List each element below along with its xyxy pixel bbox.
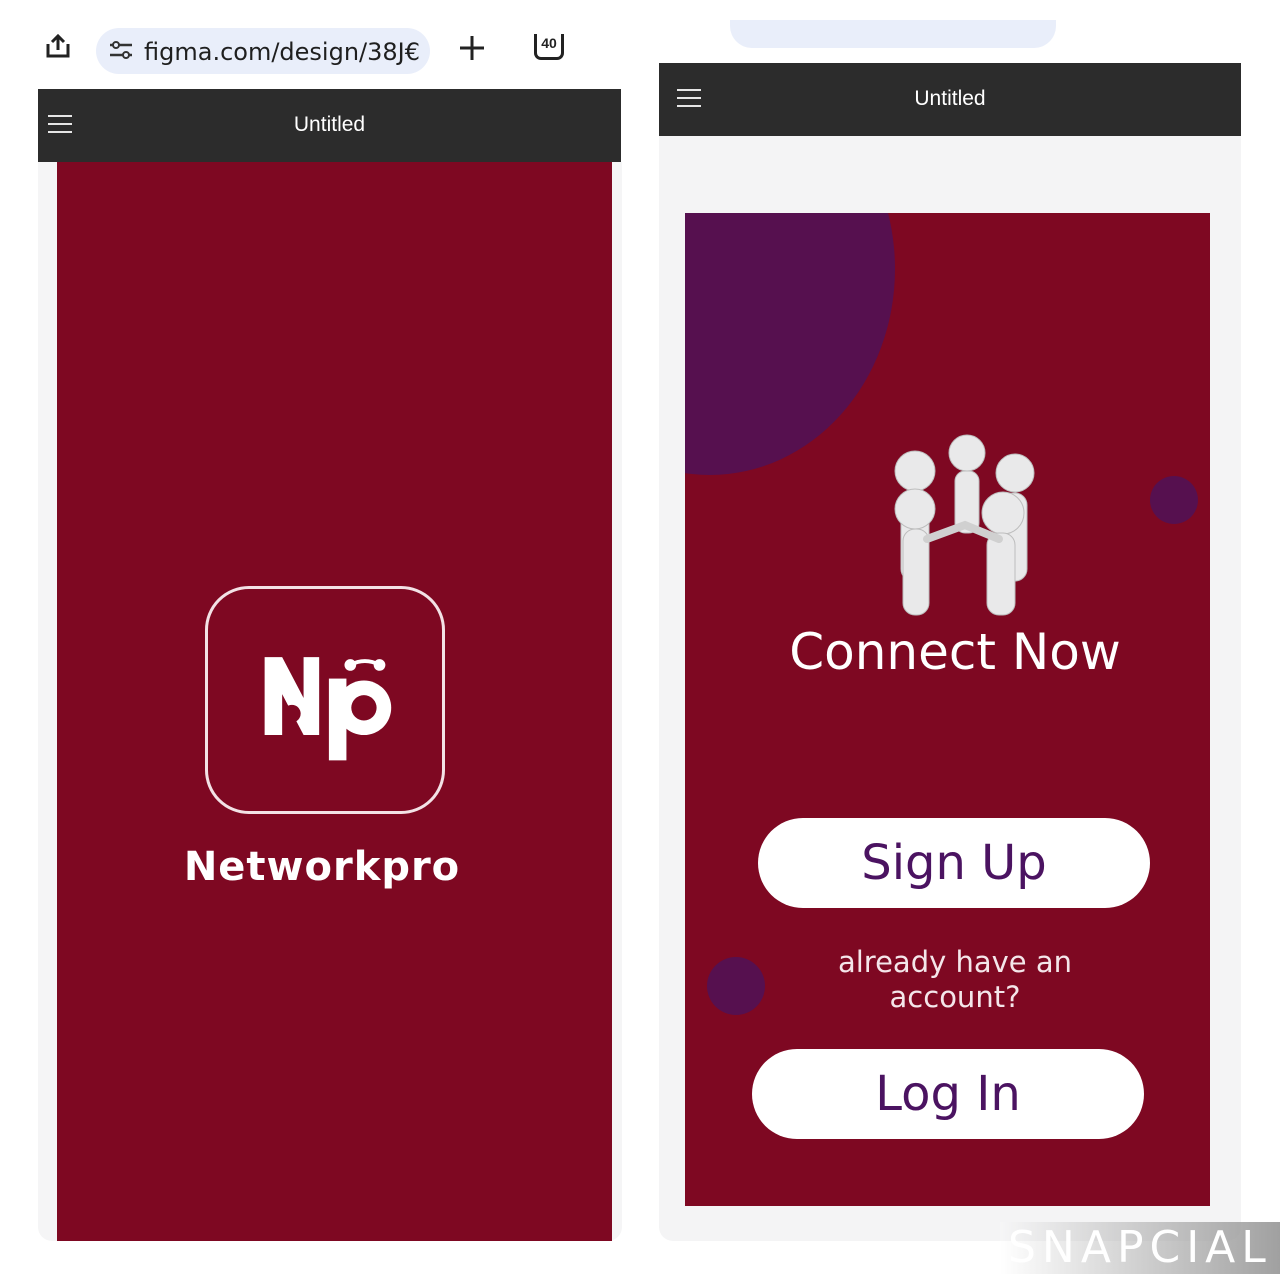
sign-up-button[interactable]: Sign Up (758, 818, 1150, 908)
new-tab-icon[interactable] (458, 34, 486, 62)
share-icon[interactable] (44, 34, 72, 58)
tab-count: 40 (541, 35, 557, 51)
decorative-blob-left (707, 957, 765, 1015)
decorative-blob-small (1150, 476, 1198, 524)
left-title-bar: Untitled (38, 89, 621, 162)
tab-switcher-button[interactable]: 40 (534, 34, 564, 60)
url-text: figma.com/design/38J€ (144, 38, 420, 66)
site-settings-icon[interactable] (108, 40, 134, 60)
address-bar[interactable]: figma.com/design/38J€ (96, 28, 430, 74)
login-prompt-line2: account? (889, 980, 1021, 1014)
team-huddle-illustration (894, 434, 1035, 616)
file-title: Untitled (914, 87, 986, 110)
splash-screen: Networkpro (57, 162, 612, 1241)
watermark: SNAPCIAL (1000, 1222, 1280, 1274)
app-logo (205, 586, 445, 814)
decorative-blob-large (685, 213, 895, 475)
welcome-screen: Connect Now Sign Up already have an acco… (685, 213, 1210, 1206)
connect-headline: Connect Now (789, 623, 1121, 681)
networkpro-logo-icon (264, 657, 392, 761)
file-title: Untitled (293, 113, 366, 136)
browser-toolbar: figma.com/design/38J€ 40 (38, 20, 622, 88)
address-bar-partial[interactable] (730, 20, 1056, 48)
right-title-bar: Untitled (659, 63, 1241, 136)
log-in-button[interactable]: Log In (752, 1049, 1144, 1139)
login-prompt: already have an account? (805, 945, 1105, 1015)
log-in-label: Log In (875, 1066, 1021, 1122)
sign-up-label: Sign Up (861, 835, 1047, 891)
login-prompt-line1: already have an (837, 945, 1073, 979)
app-name: Networkpro (183, 844, 461, 890)
